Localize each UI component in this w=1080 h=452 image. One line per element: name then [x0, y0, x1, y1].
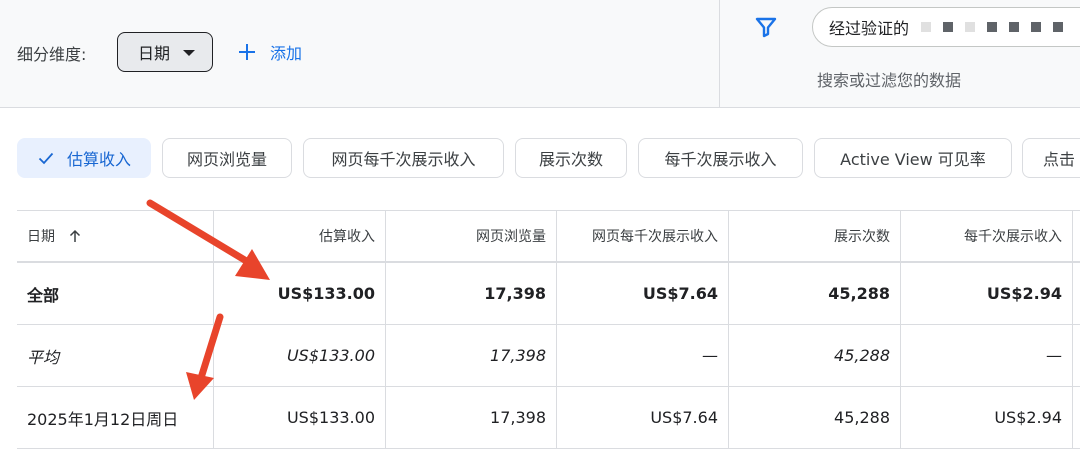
add-dimension-button[interactable]: 添加 [238, 36, 302, 68]
redacted-text [965, 22, 976, 32]
table-cell: 平均 [17, 325, 214, 386]
metric-chips: 估算收入 网页浏览量 网页每千次展示收入 展示次数 每千次展示收入 Active… [0, 138, 1080, 180]
table-cell: 45,288 [729, 263, 901, 324]
table-cell: 45,288 [729, 387, 901, 448]
chip-label: Active View 可见率 [840, 150, 986, 169]
chip-label: 展示次数 [538, 150, 603, 169]
table-row[interactable]: 2025年1月12日周日 US$133.00 17,398 US$7.64 45… [17, 387, 1080, 449]
dimension-dropdown-value: 日期 [138, 44, 171, 63]
toolbar-divider [719, 0, 720, 108]
table-cell: 2025年1月12日周日 [17, 387, 214, 448]
dimension-label: 细分维度: [17, 45, 87, 64]
column-header-estimated-revenue[interactable]: 估算收入 [214, 211, 386, 261]
column-header-page-rpm[interactable]: 网页每千次展示收入 [557, 211, 729, 261]
chip-impressions[interactable]: 展示次数 [515, 138, 627, 178]
add-dimension-label: 添加 [270, 44, 303, 63]
table-cell: US$133.00 [214, 263, 386, 324]
chip-label: 估算收入 [66, 150, 131, 169]
table-cell: — [901, 325, 1073, 386]
chip-estimated-revenue[interactable]: 估算收入 [17, 138, 151, 178]
caret-down-icon [183, 50, 195, 56]
redacted-text [1053, 22, 1064, 32]
dimension-dropdown[interactable]: 日期 [117, 32, 213, 72]
column-header-impression-rpm[interactable]: 每千次展示收入 [901, 211, 1073, 261]
check-icon [38, 152, 54, 165]
chip-impression-rpm[interactable]: 每千次展示收入 [638, 138, 803, 178]
table-cell: US$133.00 [214, 325, 386, 386]
filter-search-value: 经过验证的 [829, 19, 910, 38]
column-header-page-views[interactable]: 网页浏览量 [386, 211, 557, 261]
column-header-date[interactable]: 日期 [17, 211, 214, 261]
table-cell: — [557, 325, 729, 386]
chip-page-views[interactable]: 网页浏览量 [162, 138, 292, 178]
chip-label: 每千次展示收入 [664, 150, 777, 169]
chip-page-rpm[interactable]: 网页每千次展示收入 [303, 138, 504, 178]
report-table: 日期 估算收入 网页浏览量 网页每千次展示收入 展示次数 每千次展示收入 全部 … [17, 210, 1080, 449]
chip-label: 网页浏览量 [186, 150, 267, 169]
plus-icon [238, 43, 256, 61]
redacted-text [1031, 22, 1042, 32]
redacted-text [987, 22, 998, 32]
table-cell: US$2.94 [901, 387, 1073, 448]
chip-clicks[interactable]: 点击 [1022, 138, 1080, 178]
filter-search-input[interactable]: 经过验证的 [812, 7, 1080, 47]
table-cell: 17,398 [386, 387, 557, 448]
column-header-impressions[interactable]: 展示次数 [729, 211, 901, 261]
table-cell: 45,288 [729, 325, 901, 386]
arrow-up-icon [69, 229, 81, 242]
chip-active-view[interactable]: Active View 可见率 [814, 138, 1012, 178]
table-cell: US$7.64 [557, 263, 729, 324]
redacted-text [921, 22, 932, 32]
table-row-average: 平均 US$133.00 17,398 — 45,288 — [17, 325, 1080, 387]
toolbar: 细分维度: 日期 添加 经过验证的 搜索或过滤您的数据 [0, 0, 1080, 108]
redacted-text [1009, 22, 1020, 32]
table-cell: US$133.00 [214, 387, 386, 448]
filter-icon[interactable] [754, 15, 778, 39]
redacted-text [943, 22, 954, 32]
table-header-row: 日期 估算收入 网页浏览量 网页每千次展示收入 展示次数 每千次展示收入 [17, 211, 1080, 263]
table-cell: US$7.64 [557, 387, 729, 448]
chip-label: 点击 [1043, 150, 1076, 169]
table-cell: US$2.94 [901, 263, 1073, 324]
table-cell: 全部 [17, 263, 214, 324]
table-cell: 17,398 [386, 325, 557, 386]
chip-label: 网页每千次展示收入 [331, 150, 476, 169]
table-row-total: 全部 US$133.00 17,398 US$7.64 45,288 US$2.… [17, 263, 1080, 325]
table-cell: 17,398 [386, 263, 557, 324]
filter-search-hint: 搜索或过滤您的数据 [817, 71, 962, 90]
